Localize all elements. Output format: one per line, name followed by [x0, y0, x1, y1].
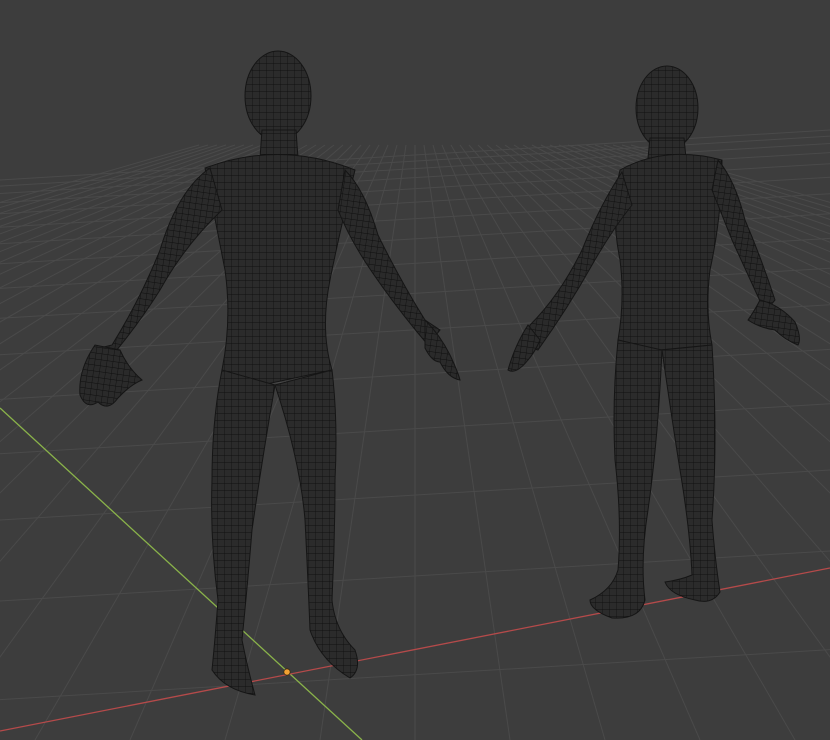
- 3d-viewport[interactable]: [0, 0, 830, 740]
- human-mesh-rear[interactable]: [507, 65, 800, 619]
- origin-marker-icon[interactable]: [283, 668, 291, 676]
- human-mesh-front[interactable]: [79, 50, 461, 696]
- scene-canvas[interactable]: [0, 0, 830, 740]
